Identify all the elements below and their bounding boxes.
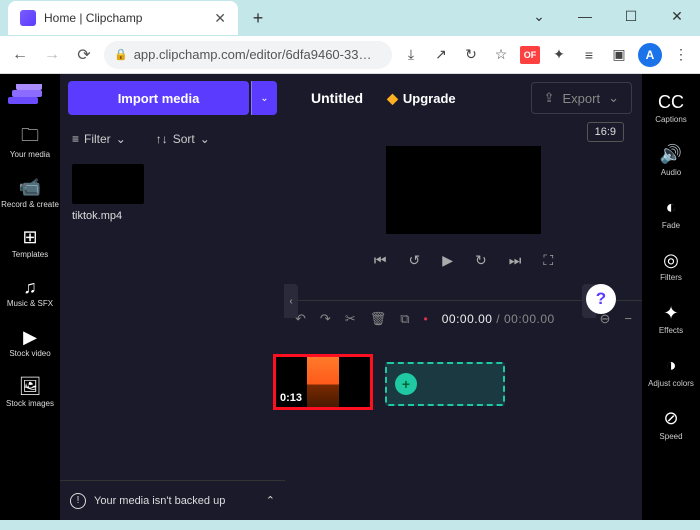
help-button[interactable]: ? — [586, 284, 616, 314]
skip-back-icon[interactable]: ↺ — [408, 252, 420, 269]
prev-frame-icon[interactable]: ⏮ — [374, 252, 387, 269]
export-icon: ⇪ — [544, 90, 555, 106]
skip-forward-icon[interactable]: ↻ — [475, 252, 487, 269]
timecode: 00:00.00 / 00:00.00 — [442, 312, 555, 326]
extension-of-icon[interactable]: OF — [520, 46, 540, 64]
address-bar[interactable]: 🔒 app.clipchamp.com/editor/6dfa9460-33… — [104, 41, 392, 69]
nav-back-icon[interactable]: ← — [8, 43, 32, 67]
window-close[interactable]: ✕ — [654, 0, 700, 32]
sidebar-stock-video[interactable]: ▶Stock video — [0, 319, 60, 369]
window-dropdown[interactable]: ⌄ — [516, 0, 562, 32]
browser-tab[interactable]: Home | Clipchamp ✕ — [8, 1, 238, 35]
share-icon[interactable]: ↗ — [430, 44, 452, 66]
browser-menu-icon[interactable]: ⋮ — [670, 44, 692, 66]
clip-duration: 0:13 — [280, 392, 302, 404]
profile-avatar[interactable]: A — [638, 43, 662, 67]
record-dot-icon: • — [424, 312, 428, 326]
upgrade-button[interactable]: ◆Upgrade — [387, 90, 456, 107]
window-max[interactable]: ☐ — [608, 0, 654, 32]
favicon-icon — [20, 10, 36, 26]
panel-filters[interactable]: ◎Filters — [642, 242, 700, 293]
duplicate-icon[interactable]: ⧉ — [400, 311, 409, 327]
backup-text: Your media isn't backed up — [94, 495, 225, 507]
lock-icon: 🔒 — [114, 48, 128, 61]
sidebar-record-create[interactable]: 📹Record & create — [0, 170, 60, 220]
zoom-fit-icon[interactable]: − — [624, 311, 632, 326]
tab-close-icon[interactable]: ✕ — [214, 10, 226, 27]
media-clip[interactable]: tiktok.mp4 — [72, 164, 144, 222]
redo-icon[interactable]: ↷ — [320, 311, 331, 327]
panel-adjust-colors[interactable]: ◑Adjust colors — [642, 348, 700, 399]
clip-thumbnail — [72, 164, 144, 204]
main-area: ‹ ‹ Untitled ◆Upgrade ⇪Export⌄ 16:9 ⏮ ↺ … — [285, 74, 642, 520]
tab-title: Home | Clipchamp — [44, 11, 206, 25]
diamond-icon: ◆ — [387, 90, 398, 107]
new-tab-button[interactable]: + — [244, 4, 272, 32]
camera-icon: 📹 — [19, 178, 41, 198]
video-preview[interactable] — [386, 146, 541, 234]
bookmark-star-icon[interactable]: ☆ — [490, 44, 512, 66]
reading-list-icon[interactable]: ≡ — [578, 44, 600, 66]
nav-reload-icon[interactable]: ⟳ — [72, 43, 96, 67]
panel-captions[interactable]: CCCaptions — [642, 84, 700, 135]
stock-video-icon: ▶ — [23, 327, 37, 347]
speed-icon: ⊘ — [663, 409, 678, 429]
timeline-dropzone[interactable]: + — [385, 362, 505, 406]
sidebar-stock-images[interactable]: 🖼Stock images — [0, 369, 60, 419]
project-title[interactable]: Untitled — [311, 90, 363, 106]
music-icon: ♫ — [23, 277, 37, 297]
filter-icon: ≡ — [72, 132, 79, 146]
collapse-left-icon[interactable]: ‹ — [284, 284, 298, 318]
clipchamp-logo-icon[interactable] — [8, 82, 52, 110]
right-sidebar: CCCaptions 🔊Audio ◐Fade ◎Filters ✦Effect… — [642, 74, 700, 520]
export-button[interactable]: ⇪Export⌄ — [531, 82, 632, 114]
delete-icon[interactable]: 🗑 — [370, 311, 387, 327]
play-icon[interactable]: ▶ — [442, 252, 453, 269]
add-clip-icon: + — [395, 373, 417, 395]
import-media-button[interactable]: Import media — [68, 81, 249, 115]
aspect-ratio-button[interactable]: 16:9 — [587, 122, 624, 142]
sort-button[interactable]: ↑↓Sort⌄ — [156, 132, 210, 146]
fade-icon: ◐ — [666, 198, 677, 218]
panel-speed[interactable]: ⊘Speed — [642, 401, 700, 452]
filters-icon: ◎ — [663, 250, 679, 270]
clip-preview-image — [307, 357, 339, 407]
install-icon[interactable]: ⤓ — [400, 44, 422, 66]
extensions-icon[interactable]: ✦ — [548, 44, 570, 66]
clip-filename: tiktok.mp4 — [72, 210, 144, 222]
media-panel: Import media ⌄ ≡Filter⌄ ↑↓Sort⌄ tiktok.m… — [60, 74, 285, 520]
nav-forward-icon[interactable]: → — [40, 43, 64, 67]
adjust-icon: ◑ — [666, 356, 677, 376]
sidebar-music-sfx[interactable]: ♫Music & SFX — [0, 269, 60, 319]
panel-effects[interactable]: ✦Effects — [642, 295, 700, 346]
filter-button[interactable]: ≡Filter⌄ — [72, 132, 126, 146]
next-frame-icon[interactable]: ⏭ — [509, 252, 522, 269]
app-box-icon[interactable]: ▣ — [608, 44, 630, 66]
url-text: app.clipchamp.com/editor/6dfa9460-33… — [134, 47, 372, 62]
update-icon[interactable]: ↻ — [460, 44, 482, 66]
split-icon[interactable]: ✂ — [345, 311, 356, 327]
warning-icon: ! — [70, 493, 86, 509]
left-sidebar: 🗀Your media 📹Record & create ⊞Templates … — [0, 74, 60, 520]
playback-controls: ⏮ ↺ ▶ ↻ ⏭ ⛶ — [285, 240, 642, 280]
chevron-up-icon: ⌃ — [266, 494, 275, 507]
templates-icon: ⊞ — [22, 228, 37, 248]
timeline-track[interactable]: 0:13 + — [285, 336, 642, 520]
import-media-dropdown[interactable]: ⌄ — [251, 81, 277, 115]
stock-images-icon: 🖼 — [19, 377, 42, 397]
dragging-clip[interactable]: 0:13 — [273, 354, 373, 410]
captions-icon: CC — [658, 92, 684, 112]
sidebar-your-media[interactable]: 🗀Your media — [0, 120, 60, 170]
fullscreen-icon[interactable]: ⛶ — [543, 252, 553, 269]
folder-icon: 🗀 — [21, 128, 39, 148]
sidebar-templates[interactable]: ⊞Templates — [0, 220, 60, 270]
panel-audio[interactable]: 🔊Audio — [642, 137, 700, 188]
speaker-icon: 🔊 — [660, 145, 682, 165]
panel-fade[interactable]: ◐Fade — [642, 190, 700, 241]
effects-icon: ✦ — [663, 303, 678, 323]
sort-icon: ↑↓ — [156, 132, 168, 146]
window-min[interactable]: — — [562, 0, 608, 32]
backup-warning-bar[interactable]: ! Your media isn't backed up ⌃ — [60, 480, 285, 520]
